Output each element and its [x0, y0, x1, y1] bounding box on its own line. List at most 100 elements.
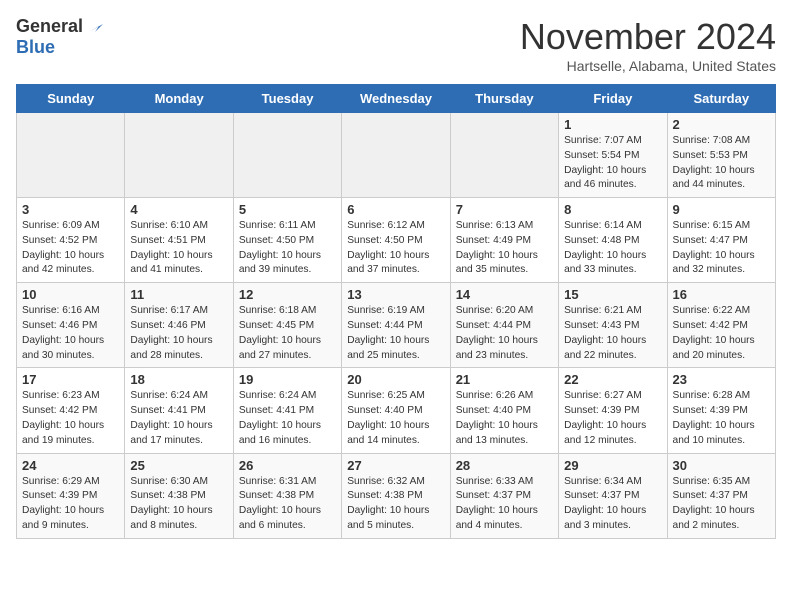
day-number: 8 — [564, 202, 661, 217]
day-info: Sunrise: 6:30 AM Sunset: 4:38 PM Dayligh… — [130, 475, 227, 534]
calendar-cell: 21Sunrise: 6:26 AM Sunset: 4:40 PM Dayli… — [450, 368, 558, 453]
day-number: 1 — [564, 117, 661, 132]
day-info: Sunrise: 6:19 AM Sunset: 4:44 PM Dayligh… — [347, 304, 444, 363]
calendar-cell: 30 Sunrise: 6:35 AM Sunset: 4:37 PM Dayli… — [667, 453, 775, 538]
calendar-table: SundayMondayTuesdayWednesdayThursdayFrid… — [16, 84, 776, 539]
day-number: 9 — [673, 202, 770, 217]
day-header-friday: Friday — [559, 85, 667, 113]
calendar-week-4: 17 Sunrise: 6:23 AM Sunset: 4:42 PM Dayli… — [17, 368, 776, 453]
day-number: 24 — [22, 458, 119, 473]
calendar-cell: 26 Sunrise: 6:31 AM Sunset: 4:38 PM Dayli… — [233, 453, 341, 538]
calendar-cell — [450, 113, 558, 198]
day-number: 6 — [347, 202, 444, 217]
page-header: General Blue November 2024 Hartselle, Al… — [16, 16, 776, 74]
day-number: 20 — [347, 372, 444, 387]
calendar-cell: 28Sunrise: 6:33 AM Sunset: 4:37 PM Dayli… — [450, 453, 558, 538]
calendar-cell: 10Sunrise: 6:16 AM Sunset: 4:46 PM Dayli… — [17, 283, 125, 368]
day-info: Sunrise: 6:21 AM Sunset: 4:43 PM Dayligh… — [564, 304, 661, 363]
day-info: Sunrise: 6:34 AM Sunset: 4:37 PM Dayligh… — [564, 475, 661, 534]
calendar-cell: 2 Sunrise: 7:08 AM Sunset: 5:53 PM Daylig… — [667, 113, 775, 198]
day-info: Sunrise: 6:17 AM Sunset: 4:46 PM Dayligh… — [130, 304, 227, 363]
day-info: Sunrise: 6:23 AM Sunset: 4:42 PM Dayligh… — [22, 389, 119, 448]
logo: General Blue — [16, 16, 103, 58]
calendar-week-3: 10Sunrise: 6:16 AM Sunset: 4:46 PM Dayli… — [17, 283, 776, 368]
calendar-body: 1 Sunrise: 7:07 AM Sunset: 5:54 PM Daylig… — [17, 113, 776, 539]
calendar-cell: 1 Sunrise: 7:07 AM Sunset: 5:54 PM Daylig… — [559, 113, 667, 198]
calendar-week-1: 1 Sunrise: 7:07 AM Sunset: 5:54 PM Daylig… — [17, 113, 776, 198]
day-number: 13 — [347, 287, 444, 302]
day-header-monday: Monday — [125, 85, 233, 113]
day-number: 2 — [673, 117, 770, 132]
day-header-saturday: Saturday — [667, 85, 775, 113]
day-info: Sunrise: 6:31 AM Sunset: 4:38 PM Dayligh… — [239, 475, 336, 534]
calendar-cell: 22 Sunrise: 6:27 AM Sunset: 4:39 PM Dayli… — [559, 368, 667, 453]
day-number: 5 — [239, 202, 336, 217]
day-info: Sunrise: 6:09 AM Sunset: 4:52 PM Dayligh… — [22, 219, 119, 278]
day-info: Sunrise: 6:24 AM Sunset: 4:41 PM Dayligh… — [130, 389, 227, 448]
day-number: 14 — [456, 287, 553, 302]
calendar-week-5: 24 Sunrise: 6:29 AM Sunset: 4:39 PM Dayli… — [17, 453, 776, 538]
day-header-sunday: Sunday — [17, 85, 125, 113]
calendar-cell — [233, 113, 341, 198]
day-number: 26 — [239, 458, 336, 473]
day-info: Sunrise: 6:32 AM Sunset: 4:38 PM Dayligh… — [347, 475, 444, 534]
day-number: 16 — [673, 287, 770, 302]
logo-text-general: General — [16, 16, 83, 37]
day-info: Sunrise: 6:33 AM Sunset: 4:37 PM Dayligh… — [456, 475, 553, 534]
day-info: Sunrise: 6:28 AM Sunset: 4:39 PM Dayligh… — [673, 389, 770, 448]
calendar-cell: 11 Sunrise: 6:17 AM Sunset: 4:46 PM Dayli… — [125, 283, 233, 368]
logo-text-blue: Blue — [16, 37, 55, 57]
calendar-cell: 12Sunrise: 6:18 AM Sunset: 4:45 PM Dayli… — [233, 283, 341, 368]
calendar-cell: 23 Sunrise: 6:28 AM Sunset: 4:39 PM Dayli… — [667, 368, 775, 453]
calendar-header-row: SundayMondayTuesdayWednesdayThursdayFrid… — [17, 85, 776, 113]
calendar-week-2: 3Sunrise: 6:09 AM Sunset: 4:52 PM Daylig… — [17, 198, 776, 283]
day-info: Sunrise: 6:13 AM Sunset: 4:49 PM Dayligh… — [456, 219, 553, 278]
day-number: 17 — [22, 372, 119, 387]
calendar-cell: 24 Sunrise: 6:29 AM Sunset: 4:39 PM Dayli… — [17, 453, 125, 538]
day-number: 25 — [130, 458, 227, 473]
day-info: Sunrise: 6:11 AM Sunset: 4:50 PM Dayligh… — [239, 219, 336, 278]
calendar-cell: 25 Sunrise: 6:30 AM Sunset: 4:38 PM Dayli… — [125, 453, 233, 538]
day-number: 15 — [564, 287, 661, 302]
day-header-wednesday: Wednesday — [342, 85, 450, 113]
title-block: November 2024 Hartselle, Alabama, United… — [520, 16, 776, 74]
logo-bird-icon — [85, 18, 103, 36]
calendar-cell: 19Sunrise: 6:24 AM Sunset: 4:41 PM Dayli… — [233, 368, 341, 453]
day-number: 18 — [130, 372, 227, 387]
day-number: 23 — [673, 372, 770, 387]
calendar-cell: 4 Sunrise: 6:10 AM Sunset: 4:51 PM Daylig… — [125, 198, 233, 283]
day-info: Sunrise: 7:07 AM Sunset: 5:54 PM Dayligh… — [564, 134, 661, 193]
calendar-cell: 14Sunrise: 6:20 AM Sunset: 4:44 PM Dayli… — [450, 283, 558, 368]
day-number: 22 — [564, 372, 661, 387]
day-number: 4 — [130, 202, 227, 217]
day-info: Sunrise: 6:35 AM Sunset: 4:37 PM Dayligh… — [673, 475, 770, 534]
day-info: Sunrise: 6:12 AM Sunset: 4:50 PM Dayligh… — [347, 219, 444, 278]
day-info: Sunrise: 6:25 AM Sunset: 4:40 PM Dayligh… — [347, 389, 444, 448]
day-number: 29 — [564, 458, 661, 473]
day-header-thursday: Thursday — [450, 85, 558, 113]
calendar-cell: 8 Sunrise: 6:14 AM Sunset: 4:48 PM Daylig… — [559, 198, 667, 283]
calendar-cell: 18 Sunrise: 6:24 AM Sunset: 4:41 PM Dayli… — [125, 368, 233, 453]
day-number: 27 — [347, 458, 444, 473]
calendar-cell — [17, 113, 125, 198]
day-number: 21 — [456, 372, 553, 387]
location-subtitle: Hartselle, Alabama, United States — [520, 58, 776, 74]
day-number: 19 — [239, 372, 336, 387]
calendar-cell: 7Sunrise: 6:13 AM Sunset: 4:49 PM Daylig… — [450, 198, 558, 283]
day-header-tuesday: Tuesday — [233, 85, 341, 113]
day-info: Sunrise: 6:18 AM Sunset: 4:45 PM Dayligh… — [239, 304, 336, 363]
day-info: Sunrise: 6:10 AM Sunset: 4:51 PM Dayligh… — [130, 219, 227, 278]
day-info: Sunrise: 6:27 AM Sunset: 4:39 PM Dayligh… — [564, 389, 661, 448]
calendar-cell: 13 Sunrise: 6:19 AM Sunset: 4:44 PM Dayli… — [342, 283, 450, 368]
month-title: November 2024 — [520, 16, 776, 58]
day-info: Sunrise: 6:29 AM Sunset: 4:39 PM Dayligh… — [22, 475, 119, 534]
calendar-cell: 29 Sunrise: 6:34 AM Sunset: 4:37 PM Dayli… — [559, 453, 667, 538]
day-info: Sunrise: 7:08 AM Sunset: 5:53 PM Dayligh… — [673, 134, 770, 193]
day-number: 30 — [673, 458, 770, 473]
day-info: Sunrise: 6:15 AM Sunset: 4:47 PM Dayligh… — [673, 219, 770, 278]
calendar-cell: 20 Sunrise: 6:25 AM Sunset: 4:40 PM Dayli… — [342, 368, 450, 453]
day-info: Sunrise: 6:14 AM Sunset: 4:48 PM Dayligh… — [564, 219, 661, 278]
day-number: 11 — [130, 287, 227, 302]
calendar-cell: 15 Sunrise: 6:21 AM Sunset: 4:43 PM Dayli… — [559, 283, 667, 368]
calendar-cell — [125, 113, 233, 198]
